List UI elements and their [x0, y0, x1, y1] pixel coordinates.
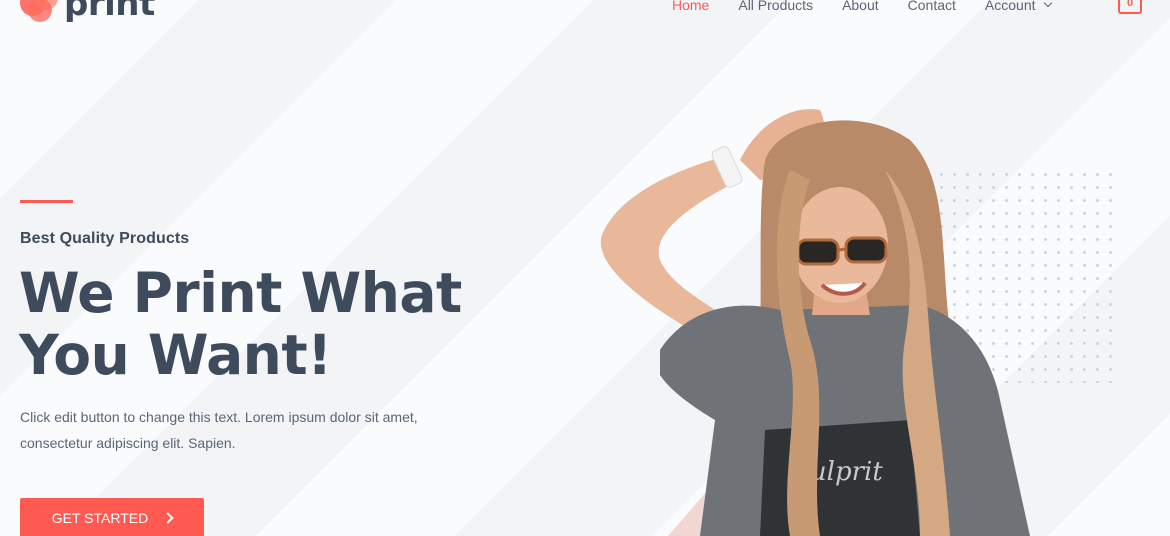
main-nav: Home All Products About Contact Account [672, 0, 1080, 16]
cart-count-badge: 0 [1126, 0, 1134, 9]
cart-button[interactable]: 0 [1118, 0, 1142, 14]
nav-item-contact[interactable]: Contact [908, 0, 956, 13]
site-header: print Home All Products About Contact Ac… [0, 0, 1170, 30]
hero-tagline: Best Quality Products [20, 230, 190, 247]
logo-text: print [64, 0, 155, 24]
logo-mark-icon [20, 0, 60, 24]
hero-headline: We Print What You Want! [19, 261, 462, 387]
chevron-right-icon [162, 512, 174, 524]
nav-item-home[interactable]: Home [672, 0, 709, 13]
hero-person-image: Culprit [600, 109, 1030, 536]
landing-page: print Home All Products About Contact Ac… [0, 0, 1170, 536]
get-started-label: GET STARTED [51, 510, 149, 526]
hero-description: Click edit button to change this text. L… [20, 409, 418, 451]
chevron-down-icon [1043, 0, 1052, 8]
logo[interactable]: print [20, 0, 155, 24]
accent-divider [20, 200, 73, 203]
nav-item-account[interactable]: Account [984, 0, 1052, 13]
nav-item-account-label: Account [984, 0, 1036, 13]
get-started-button[interactable]: GET STARTED [20, 498, 204, 536]
nav-item-about[interactable]: About [842, 0, 879, 13]
nav-item-all-products[interactable]: All Products [738, 0, 813, 13]
